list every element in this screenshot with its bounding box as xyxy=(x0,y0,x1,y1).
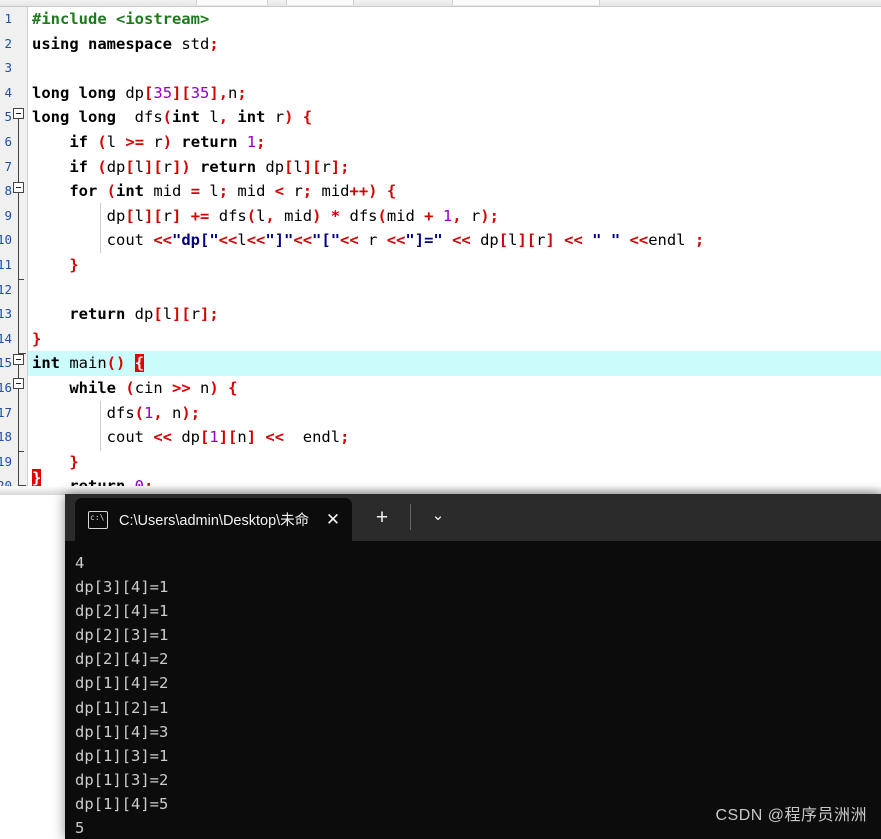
code-line[interactable] xyxy=(28,56,881,81)
line-number: 4 xyxy=(0,81,12,106)
line-number: 14 xyxy=(0,327,12,352)
line-number: 3 xyxy=(0,56,12,81)
code-line[interactable]: cout <<"dp["<<l<<"]"<<"["<< r <<"]=" << … xyxy=(28,228,881,253)
code-line[interactable]: for (int mid = l; mid < r; mid++) { xyxy=(28,179,881,204)
code-line[interactable]: dp[l][r] += dfs(l, mid) * dfs(mid + 1, r… xyxy=(28,204,881,229)
line-number: 16 xyxy=(0,376,12,401)
terminal-output[interactable]: 4 dp[3][4]=1 dp[2][4]=1 dp[2][3]=1 dp[2]… xyxy=(65,541,881,839)
terminal-line: dp[1][2]=1 xyxy=(75,696,881,720)
fold-tick xyxy=(18,451,24,452)
fold-toggle-icon[interactable] xyxy=(13,378,24,389)
terminal-tab-title: C:\Users\admin\Desktop\未命 xyxy=(119,509,318,530)
matching-brace-highlight: } xyxy=(32,469,41,487)
code-line[interactable]: cout << dp[1][n] << endl; xyxy=(28,425,881,450)
line-number: 5 xyxy=(0,105,12,130)
terminal-line: dp[3][4]=1 xyxy=(75,575,881,599)
line-number: 12 xyxy=(0,278,12,303)
terminal-line: dp[1][4]=2 xyxy=(75,671,881,695)
terminal-line: dp[1][4]=3 xyxy=(75,720,881,744)
terminal-titlebar[interactable]: C:\Users\admin\Desktop\未命 ✕ + ⌄ xyxy=(65,494,881,541)
close-icon[interactable]: ✕ xyxy=(318,510,348,530)
code-line[interactable]: using namespace std; xyxy=(28,32,881,57)
code-line[interactable]: long long dp[35][35],n; xyxy=(28,81,881,106)
code-line[interactable]: while (cin >> n) { xyxy=(28,376,881,401)
watermark: CSDN @程序员洲洲 xyxy=(715,801,867,825)
toolbar-divider xyxy=(410,504,411,530)
line-number: 10 xyxy=(0,228,12,253)
fold-end xyxy=(18,346,26,354)
terminal-line: dp[2][4]=1 xyxy=(75,599,881,623)
line-number: 18 xyxy=(0,425,12,450)
line-number: 1 xyxy=(0,7,12,32)
terminal-tab[interactable]: C:\Users\admin\Desktop\未命 ✕ xyxy=(75,498,352,541)
line-number: 15 xyxy=(0,351,12,376)
line-number: 19 xyxy=(0,450,12,475)
code-line[interactable]: } xyxy=(28,253,881,278)
code-line[interactable]: if (dp[l][r]) return dp[l][r]; xyxy=(28,155,881,180)
terminal-line: dp[2][3]=1 xyxy=(75,623,881,647)
code-line[interactable] xyxy=(28,278,881,303)
fold-tick xyxy=(18,279,24,280)
terminal-line: dp[1][3]=2 xyxy=(75,768,881,792)
toolbar-segment xyxy=(286,0,354,5)
terminal-line: 4 xyxy=(75,551,881,575)
new-tab-button[interactable]: + xyxy=(362,500,402,536)
code-line[interactable]: } xyxy=(28,327,881,352)
matching-brace-highlight: { xyxy=(135,354,144,372)
windows-terminal[interactable]: C:\Users\admin\Desktop\未命 ✕ + ⌄ 4 dp[3][… xyxy=(65,494,881,839)
code-line[interactable]: return dp[l][r]; xyxy=(28,302,881,327)
fold-line xyxy=(18,119,19,353)
fold-toggle-icon[interactable] xyxy=(13,354,24,365)
line-number: 9 xyxy=(0,204,12,229)
line-number: 7 xyxy=(0,155,12,180)
code-line[interactable]: if (l >= r) return 1; xyxy=(28,130,881,155)
code-surface[interactable]: #include <iostream> using namespace std;… xyxy=(28,7,881,495)
line-number: 8 xyxy=(0,179,12,204)
code-editor[interactable]: 1 2 3 4 5 6 7 8 9 10 11 12 13 14 15 16 1… xyxy=(0,0,881,495)
terminal-line: dp[1][3]=1 xyxy=(75,744,881,768)
line-number: 13 xyxy=(0,302,12,327)
code-line[interactable]: #include <iostream> xyxy=(28,7,881,32)
fold-toggle-icon[interactable] xyxy=(13,182,24,193)
code-line[interactable]: dfs(1, n); xyxy=(28,401,881,426)
line-number: 17 xyxy=(0,401,12,426)
toolbar-segment xyxy=(452,0,600,5)
fold-toggle-icon[interactable] xyxy=(13,108,24,119)
line-number: 2 xyxy=(0,32,12,57)
code-line[interactable]: long long dfs(int l, int r) { xyxy=(28,105,881,130)
editor-toolbar-sliver xyxy=(0,0,881,7)
line-number: 6 xyxy=(0,130,12,155)
code-line-current[interactable]: int main() { xyxy=(28,351,881,376)
editor-gutter: 1 2 3 4 5 6 7 8 9 10 11 12 13 14 15 16 1… xyxy=(0,7,28,495)
terminal-line: dp[2][4]=2 xyxy=(75,647,881,671)
toolbar-segment xyxy=(196,0,268,5)
line-number: 11 xyxy=(0,253,12,278)
chevron-down-icon[interactable]: ⌄ xyxy=(418,500,458,536)
fold-end xyxy=(18,478,26,486)
console-icon xyxy=(88,511,108,529)
code-token: #include <iostream> xyxy=(32,10,209,28)
